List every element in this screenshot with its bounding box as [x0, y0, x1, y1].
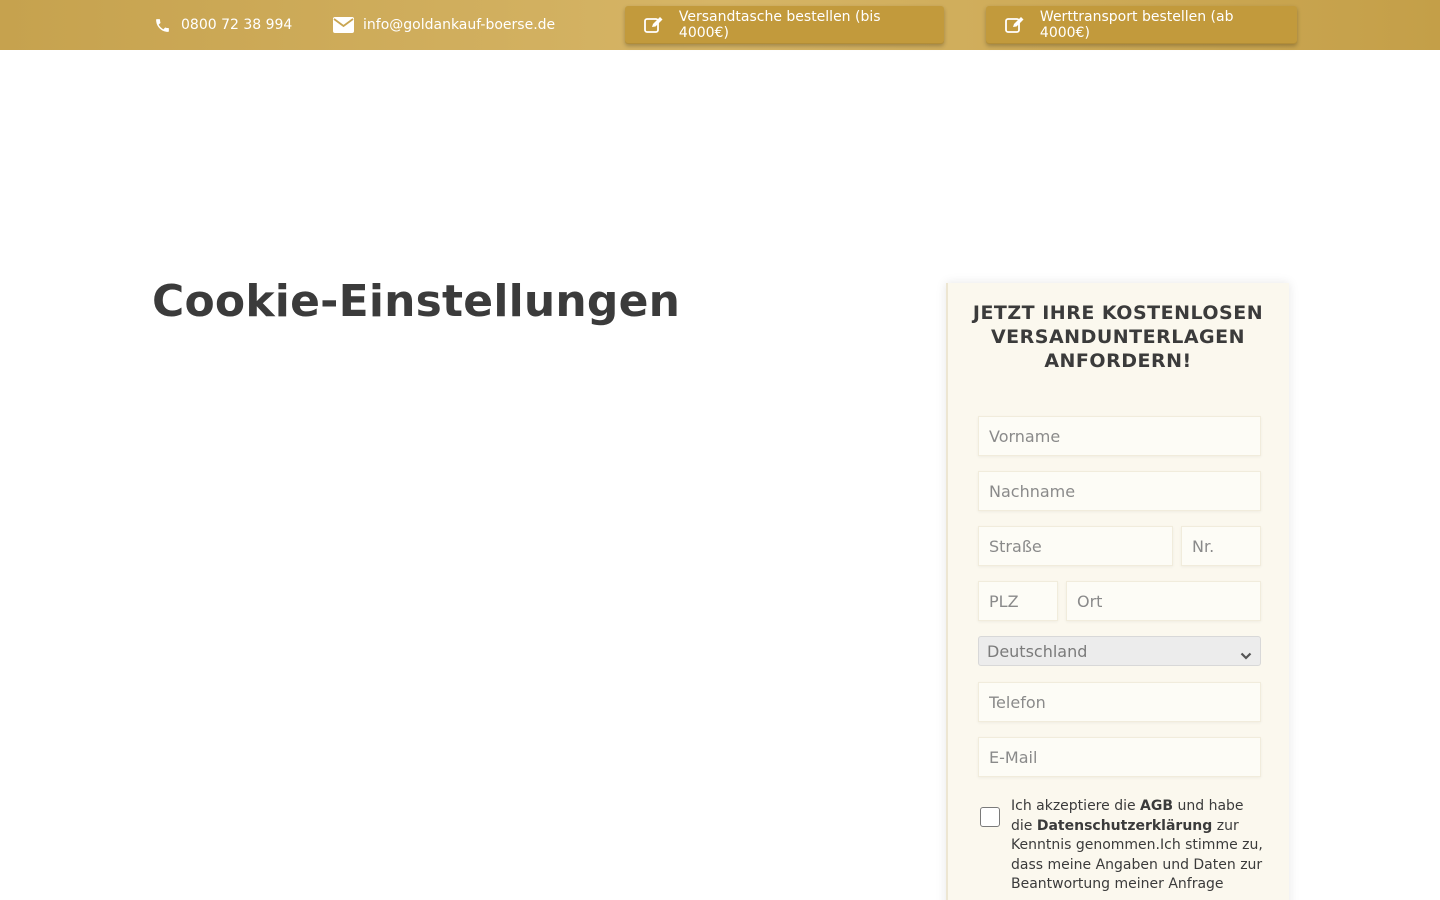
envelope-icon	[332, 15, 354, 35]
chevron-down-icon	[1240, 646, 1252, 665]
edit-icon	[643, 15, 665, 35]
zip-field[interactable]	[978, 581, 1058, 621]
edit-icon	[1004, 15, 1026, 35]
consent-checkbox[interactable]	[980, 807, 1000, 827]
form-title: JETZT IHRE KOSTENLOSEN VERSANDUNTERLAGEN…	[972, 302, 1264, 372]
country-select[interactable]: Deutschland	[978, 636, 1261, 666]
privacy-link[interactable]: Datenschutzerklärung	[1037, 818, 1212, 834]
phone-icon	[152, 15, 172, 35]
consent-text: Ich akzeptiere die AGB und habe die Date…	[1011, 797, 1267, 895]
request-form-card: JETZT IHRE KOSTENLOSEN VERSANDUNTERLAGEN…	[946, 283, 1289, 900]
phone-number: 0800 72 38 994	[181, 17, 293, 33]
email-field[interactable]	[978, 737, 1261, 777]
order-transport-button[interactable]: Werttransport bestellen (ab 4000€)	[986, 6, 1297, 44]
email-address: info@goldankauf-boerse.de	[363, 17, 556, 33]
country-selected-value: Deutschland	[987, 641, 1088, 661]
order-transport-label: Werttransport bestellen (ab 4000€)	[1039, 9, 1234, 41]
lastname-field[interactable]	[978, 471, 1261, 511]
street-field[interactable]	[978, 526, 1173, 566]
top-bar: 0800 72 38 994 info@goldankauf-boerse.de…	[0, 0, 1440, 50]
phone-contact[interactable]: 0800 72 38 994	[152, 0, 292, 50]
firstname-field[interactable]	[978, 416, 1261, 456]
email-contact[interactable]: info@goldankauf-boerse.de	[332, 0, 555, 50]
agb-link[interactable]: AGB	[1140, 798, 1173, 814]
phone-field[interactable]	[978, 682, 1261, 722]
consent-text-part: Ich akzeptiere die	[1011, 798, 1141, 814]
page-title: Cookie-Einstellungen	[152, 276, 681, 327]
order-bag-button[interactable]: Versandtasche bestellen (bis 4000€)	[625, 6, 944, 44]
order-bag-label: Versandtasche bestellen (bis 4000€)	[678, 9, 881, 41]
house-number-field[interactable]	[1181, 526, 1261, 566]
city-field[interactable]	[1066, 581, 1261, 621]
